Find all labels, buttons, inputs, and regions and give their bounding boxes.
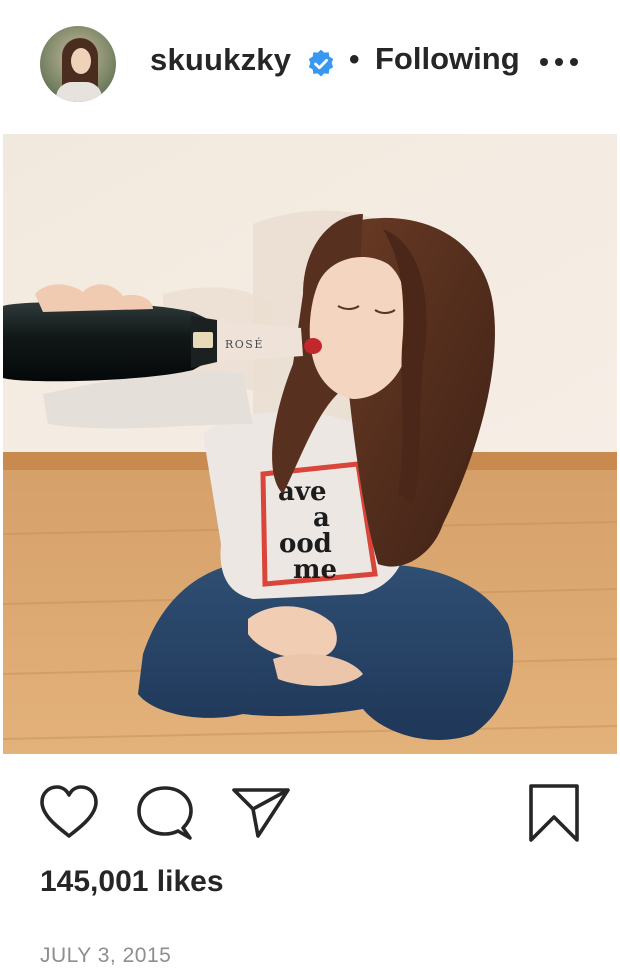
photo-illustration: ave a ood me ROSÉ: [3, 134, 617, 754]
avatar-shirt: [56, 82, 102, 102]
separator-dot: •: [349, 43, 360, 76]
avatar[interactable]: [40, 26, 116, 102]
share-icon[interactable]: [230, 784, 292, 840]
verified-badge-icon: [308, 50, 334, 77]
post-header: skuukzky • Following: [0, 0, 620, 130]
username-link[interactable]: skuukzky: [150, 42, 291, 78]
svg-text:me: me: [293, 555, 337, 585]
more-options-icon[interactable]: [540, 58, 580, 70]
likes-count[interactable]: 145,001 likes: [40, 865, 224, 899]
bottle-label-text: ROSÉ: [225, 337, 264, 351]
post-date: JULY 3, 2015: [40, 944, 172, 967]
avatar-face: [71, 48, 91, 74]
following-button[interactable]: Following: [375, 41, 520, 77]
bookmark-icon[interactable]: [526, 782, 582, 844]
heart-icon[interactable]: [38, 784, 100, 842]
action-bar: [0, 780, 620, 850]
post-photo[interactable]: ave a ood me ROSÉ: [3, 134, 617, 754]
comment-icon[interactable]: [134, 784, 196, 844]
